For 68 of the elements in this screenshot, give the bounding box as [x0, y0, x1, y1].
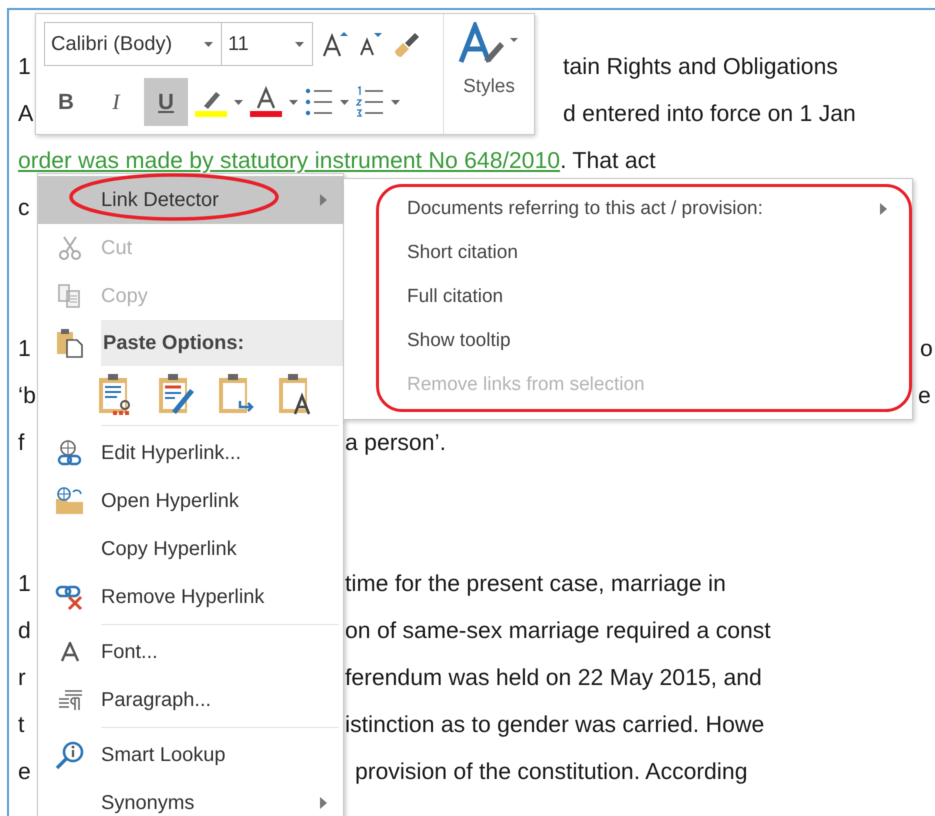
- caret-icon[interactable]: [391, 100, 400, 104]
- underline-button[interactable]: U: [144, 78, 188, 126]
- copy-icon: [56, 283, 82, 309]
- menu-item[interactable]: Show tooltip: [379, 319, 909, 363]
- body-text: d entered into force on 1 Jan: [563, 100, 856, 126]
- submenu-arrow-icon: [880, 203, 887, 215]
- styles-button[interactable]: Styles: [444, 14, 534, 134]
- menu-item[interactable]: Link Detector: [38, 176, 343, 224]
- hyperlink[interactable]: order was made by statutory instrument No 648/2010: [18, 149, 560, 172]
- menu-item[interactable]: Edit Hyperlink...: [38, 429, 343, 477]
- shrink-font-icon[interactable]: [357, 31, 383, 57]
- body-text: e: [18, 760, 32, 783]
- body-text: on of same-sex marriage required a const: [345, 617, 771, 643]
- body-text: o: [920, 335, 933, 361]
- bullet-list-icon[interactable]: [304, 86, 334, 118]
- submenu-arrow-icon: [320, 797, 327, 809]
- clipboard-icon: [56, 328, 84, 358]
- menu-header: Paste Options:: [101, 320, 343, 366]
- body-text: f: [18, 431, 26, 454]
- font-size-dropdown[interactable]: 11: [221, 22, 313, 66]
- body-text: tain Rights and Obligations: [563, 53, 838, 79]
- menu-item[interactable]: Synonyms: [38, 779, 343, 816]
- body-text: 1: [18, 55, 32, 78]
- menu-item[interactable]: Open Hyperlink: [38, 477, 343, 525]
- body-text: d: [18, 619, 32, 642]
- font-icon: [60, 642, 80, 662]
- paste-merge-formatting-icon[interactable]: [158, 373, 196, 415]
- menu-item[interactable]: Full citation: [379, 275, 909, 319]
- caret-icon: [295, 42, 304, 46]
- broken-link-icon: [54, 583, 84, 611]
- menu-item[interactable]: Short citation: [379, 231, 909, 275]
- body-text: a person’.: [345, 429, 446, 455]
- body-text: c: [18, 196, 30, 219]
- body-text: 1: [18, 572, 32, 595]
- body-text: A: [18, 102, 34, 125]
- search-icon: [54, 740, 84, 770]
- paragraph-icon: [56, 689, 82, 711]
- menu-item[interactable]: Documents referring to this act / provision:: [379, 187, 909, 231]
- caret-icon: [204, 42, 213, 46]
- menu-item[interactable]: Font...: [38, 628, 343, 676]
- body-text: istinction as to gender was carried. Howe: [345, 711, 764, 737]
- menu-item[interactable]: Smart Lookup: [38, 731, 343, 779]
- caret-icon[interactable]: [289, 100, 298, 104]
- body-text: 1: [18, 337, 32, 360]
- menu-item[interactable]: Paragraph...: [38, 676, 343, 724]
- menu-item[interactable]: Copy Hyperlink: [38, 525, 343, 573]
- body-text: t: [18, 713, 26, 736]
- body-text: e: [918, 382, 931, 408]
- submenu-arrow-icon: [320, 194, 327, 206]
- body-text: . That act: [560, 149, 656, 172]
- menu-item[interactable]: Remove Hyperlink: [38, 573, 343, 621]
- numbered-list-icon[interactable]: [355, 86, 385, 118]
- folder-globe-icon: [54, 487, 84, 515]
- caret-icon[interactable]: [234, 100, 243, 104]
- font-color-icon[interactable]: [249, 86, 283, 118]
- grow-font-icon[interactable]: [321, 30, 349, 58]
- globe-link-icon: [56, 439, 84, 467]
- body-text: ‘b: [18, 384, 37, 407]
- body-text: ferendum was held on 22 May 2015, and: [345, 664, 762, 690]
- font-name-dropdown[interactable]: Calibri (Body): [44, 22, 222, 66]
- scissors-icon: [56, 235, 82, 261]
- caret-icon[interactable]: [340, 100, 349, 104]
- body-text: provision of the constitution. According: [355, 758, 748, 784]
- body-text: time for the present case, marriage in: [345, 570, 726, 596]
- italic-button[interactable]: I: [94, 78, 138, 126]
- body-text: r: [18, 666, 27, 689]
- paste-picture-icon[interactable]: [218, 373, 256, 415]
- bold-button[interactable]: B: [44, 78, 88, 126]
